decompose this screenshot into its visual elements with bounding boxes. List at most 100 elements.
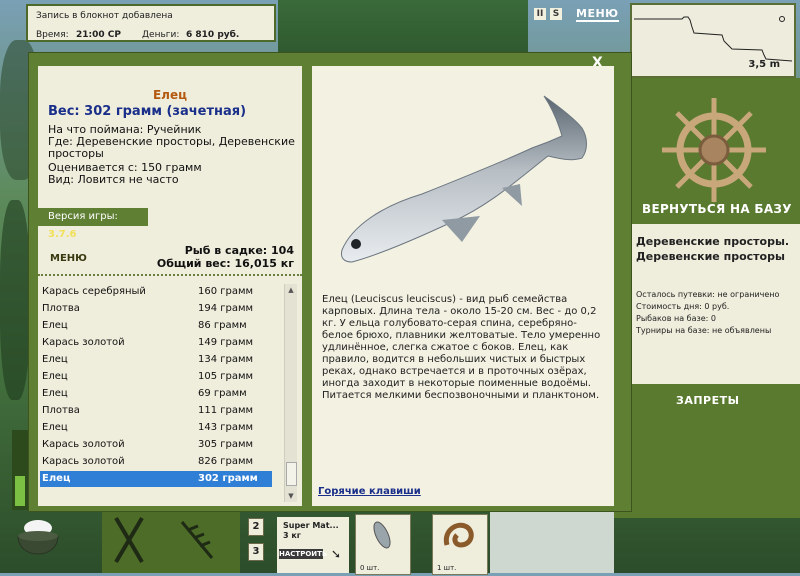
list-item[interactable]: Карась золотой 826 грамм xyxy=(40,454,272,470)
money-label: Деньги: xyxy=(142,30,180,40)
where-caught-cont: просторы xyxy=(48,147,104,160)
time-value: 21:00 СР xyxy=(76,30,121,40)
energy-meter xyxy=(12,430,28,510)
status-bar: Запись в блокнот добавлена Время: 21:00 … xyxy=(26,4,276,42)
list-item[interactable]: Елец 69 грамм xyxy=(40,386,272,402)
quick-slot-2[interactable]: 2 xyxy=(248,518,264,536)
version-value: 3.7.6 xyxy=(48,229,77,240)
stat-anglers: Рыбаков на базе: 0 xyxy=(636,314,716,323)
scroll-down-icon[interactable]: ▼ xyxy=(285,490,297,502)
bait-slot-1-count: 0 шт. xyxy=(360,564,380,572)
list-item-weight: 826 грамм xyxy=(198,456,254,467)
version-bar: Версия игры: 3.7.6 xyxy=(38,208,148,240)
list-scrollbar[interactable]: ▲ ▼ xyxy=(284,284,297,502)
list-item-name: Елец xyxy=(42,354,68,365)
list-item[interactable]: Плотва 194 грамм xyxy=(40,301,272,317)
list-item[interactable]: Елец 86 грамм xyxy=(40,318,272,334)
list-item-weight: 111 грамм xyxy=(198,405,254,416)
right-panel: ВЕРНУТЬСЯ НА БАЗУ Деревенские просторы. … xyxy=(614,78,800,518)
list-item-name: Елец xyxy=(42,473,71,484)
list-item[interactable]: Карась серебряный 160 грамм xyxy=(40,284,272,300)
list-item[interactable]: Елец 302 грамм xyxy=(40,471,272,487)
stat-cost: Стоимость дня: 0 руб. xyxy=(636,302,730,311)
list-item-weight: 105 грамм xyxy=(198,371,254,382)
location-info: Деревенские просторы. Деревенские просто… xyxy=(630,224,800,384)
rod-title: Super Mat... xyxy=(283,521,339,530)
version-label: Версия игры: xyxy=(48,211,118,222)
ship-wheel-icon[interactable] xyxy=(630,88,790,218)
main-menu-button[interactable]: МЕНЮ xyxy=(576,8,619,22)
depth-gauge: 3,5 m xyxy=(630,3,796,78)
time-label: Время: xyxy=(36,30,69,40)
configure-button[interactable]: НАСТРОИТЬ xyxy=(279,549,327,559)
cage-total-weight: Общий вес: 16,015 кг xyxy=(156,257,294,270)
list-item-name: Карась золотой xyxy=(42,439,125,450)
rod-card: Super Mat... 3 кг НАСТРОИТЬ ➘ xyxy=(277,517,349,573)
tools-panel xyxy=(102,512,240,573)
depth-value: 3,5 m xyxy=(748,59,780,70)
quick-slot-3[interactable]: 3 xyxy=(248,543,264,561)
list-item-name: Плотва xyxy=(42,405,80,416)
fish-description-panel: Елец (Leuciscus leuciscus) - вид рыб сем… xyxy=(312,66,614,506)
list-item[interactable]: Елец 105 грамм xyxy=(40,369,272,385)
list-item-name: Карась золотой xyxy=(42,456,125,467)
pause-button[interactable]: II xyxy=(534,8,546,20)
save-button[interactable]: S xyxy=(550,8,562,20)
money-value: 6 810 руб. xyxy=(186,30,240,40)
location-name: Деревенские просторы. Деревенские просто… xyxy=(636,235,790,263)
list-item[interactable]: Карась золотой 305 грамм xyxy=(40,437,272,453)
scroll-thumb[interactable] xyxy=(286,462,297,486)
rod-weight: 3 кг xyxy=(283,531,301,540)
list-item-name: Елец xyxy=(42,320,68,331)
cauldron-icon[interactable] xyxy=(12,512,64,573)
bait-slot-1[interactable]: 0 шт. xyxy=(355,514,411,575)
list-item[interactable]: Елец 134 грамм xyxy=(40,352,272,368)
list-item-name: Плотва xyxy=(42,303,80,314)
catch-rarity: Вид: Ловится не часто xyxy=(48,173,179,186)
list-item-weight: 305 грамм xyxy=(198,439,254,450)
list-item-weight: 160 грамм xyxy=(198,286,254,297)
bait-slot-2[interactable]: 1 шт. xyxy=(432,514,488,575)
bait-slot-2-count: 1 шт. xyxy=(437,564,457,572)
scroll-up-icon[interactable]: ▲ xyxy=(285,284,297,296)
divider xyxy=(38,274,302,276)
fish-description: Елец (Leuciscus leuciscus) - вид рыб сем… xyxy=(322,294,601,401)
list-item-weight: 69 грамм xyxy=(198,388,247,399)
background-trees xyxy=(278,0,528,52)
fish-skeleton-icon xyxy=(180,521,214,559)
fish-weight: Вес: 302 грамм (зачетная) xyxy=(48,104,247,119)
list-item-name: Карась серебряный xyxy=(42,286,146,297)
fork-knife-icon xyxy=(114,516,144,564)
arrow-icon: ➘ xyxy=(331,547,342,561)
list-item-weight: 143 грамм xyxy=(198,422,254,433)
stat-tournaments: Турниры на базе: не объявлены xyxy=(636,326,772,335)
fish-name: Елец xyxy=(152,88,188,102)
fish-details-panel: Елец Вес: 302 грамм (зачетная) На что по… xyxy=(38,66,302,506)
cage-summary: Рыб в садке: 104 Общий вес: 16,015 кг xyxy=(157,244,294,270)
list-item-weight: 149 грамм xyxy=(198,337,254,348)
list-item-name: Карась золотой xyxy=(42,337,125,348)
list-item[interactable]: Карась золотой 149 грамм xyxy=(40,335,272,351)
stat-pass: Осталось путевки: не ограничено xyxy=(636,290,780,299)
dialog-menu-button[interactable]: МЕНЮ xyxy=(50,253,87,264)
hotkeys-link[interactable]: Горячие клавиши xyxy=(318,486,421,497)
list-item-name: Елец xyxy=(42,388,68,399)
list-item-name: Елец xyxy=(42,422,68,433)
catch-list: Карась серебряный 160 грамм Плотва 194 грам… xyxy=(38,282,298,504)
list-item[interactable]: Плотва 111 грамм xyxy=(40,403,272,419)
lure-icon xyxy=(373,521,391,549)
list-item[interactable]: Елец 143 грамм xyxy=(40,420,272,436)
background-water xyxy=(490,512,614,573)
list-item-weight: 86 грамм xyxy=(198,320,247,331)
fish-image xyxy=(341,95,587,263)
list-item-name: Елец xyxy=(42,371,68,382)
list-item-weight: 134 грамм xyxy=(198,354,254,365)
cage-count: Рыб в садке: 104 xyxy=(184,244,294,257)
notification-text: Запись в блокнот добавлена xyxy=(36,11,173,21)
return-to-base-button[interactable]: ВЕРНУТЬСЯ НА БАЗУ xyxy=(642,202,792,216)
list-item-weight: 302 грамм xyxy=(198,473,258,484)
bans-button[interactable]: ЗАПРЕТЫ xyxy=(676,394,740,407)
background-foliage xyxy=(0,200,30,400)
energy-fill xyxy=(15,476,25,506)
list-item-weight: 194 грамм xyxy=(198,303,254,314)
